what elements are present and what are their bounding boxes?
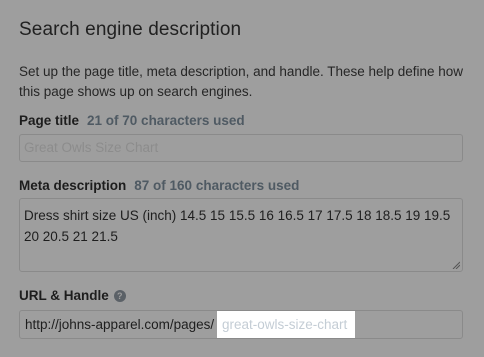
section-description: Set up the page title, meta description,…: [19, 64, 464, 99]
page-title-counter: 21 of 70 characters used: [87, 113, 245, 128]
url-handle-label: URL & Handle?: [19, 288, 126, 303]
url-handle-field: http://johns-apparel.com/pages/ great-ow…: [19, 310, 463, 339]
meta-description-label: Meta description 87 of 160 characters use…: [19, 178, 299, 193]
page-title-label: Page title 21 of 70 characters used: [19, 113, 245, 128]
meta-description-value: Dress shirt size US (inch) 14.5 15 15.5 …: [24, 208, 451, 244]
meta-description-label-text: Meta description: [19, 178, 127, 193]
section-title: Search engine description: [19, 19, 242, 40]
meta-description-textarea[interactable]: Dress shirt size US (inch) 14.5 15 15.5 …: [19, 198, 463, 272]
url-handle-label-text: URL & Handle: [19, 288, 109, 303]
meta-description-counter: 87 of 160 characters used: [134, 178, 300, 193]
handle-input[interactable]: great-owls-size-chart: [217, 311, 355, 338]
resize-handle-icon[interactable]: [452, 261, 460, 269]
url-prefix: http://johns-apparel.com/pages/: [25, 317, 215, 332]
question-circle-icon[interactable]: ?: [113, 290, 126, 302]
page-title-input[interactable]: Great Owls Size Chart: [19, 134, 463, 162]
page-title-label-text: Page title: [19, 113, 80, 128]
